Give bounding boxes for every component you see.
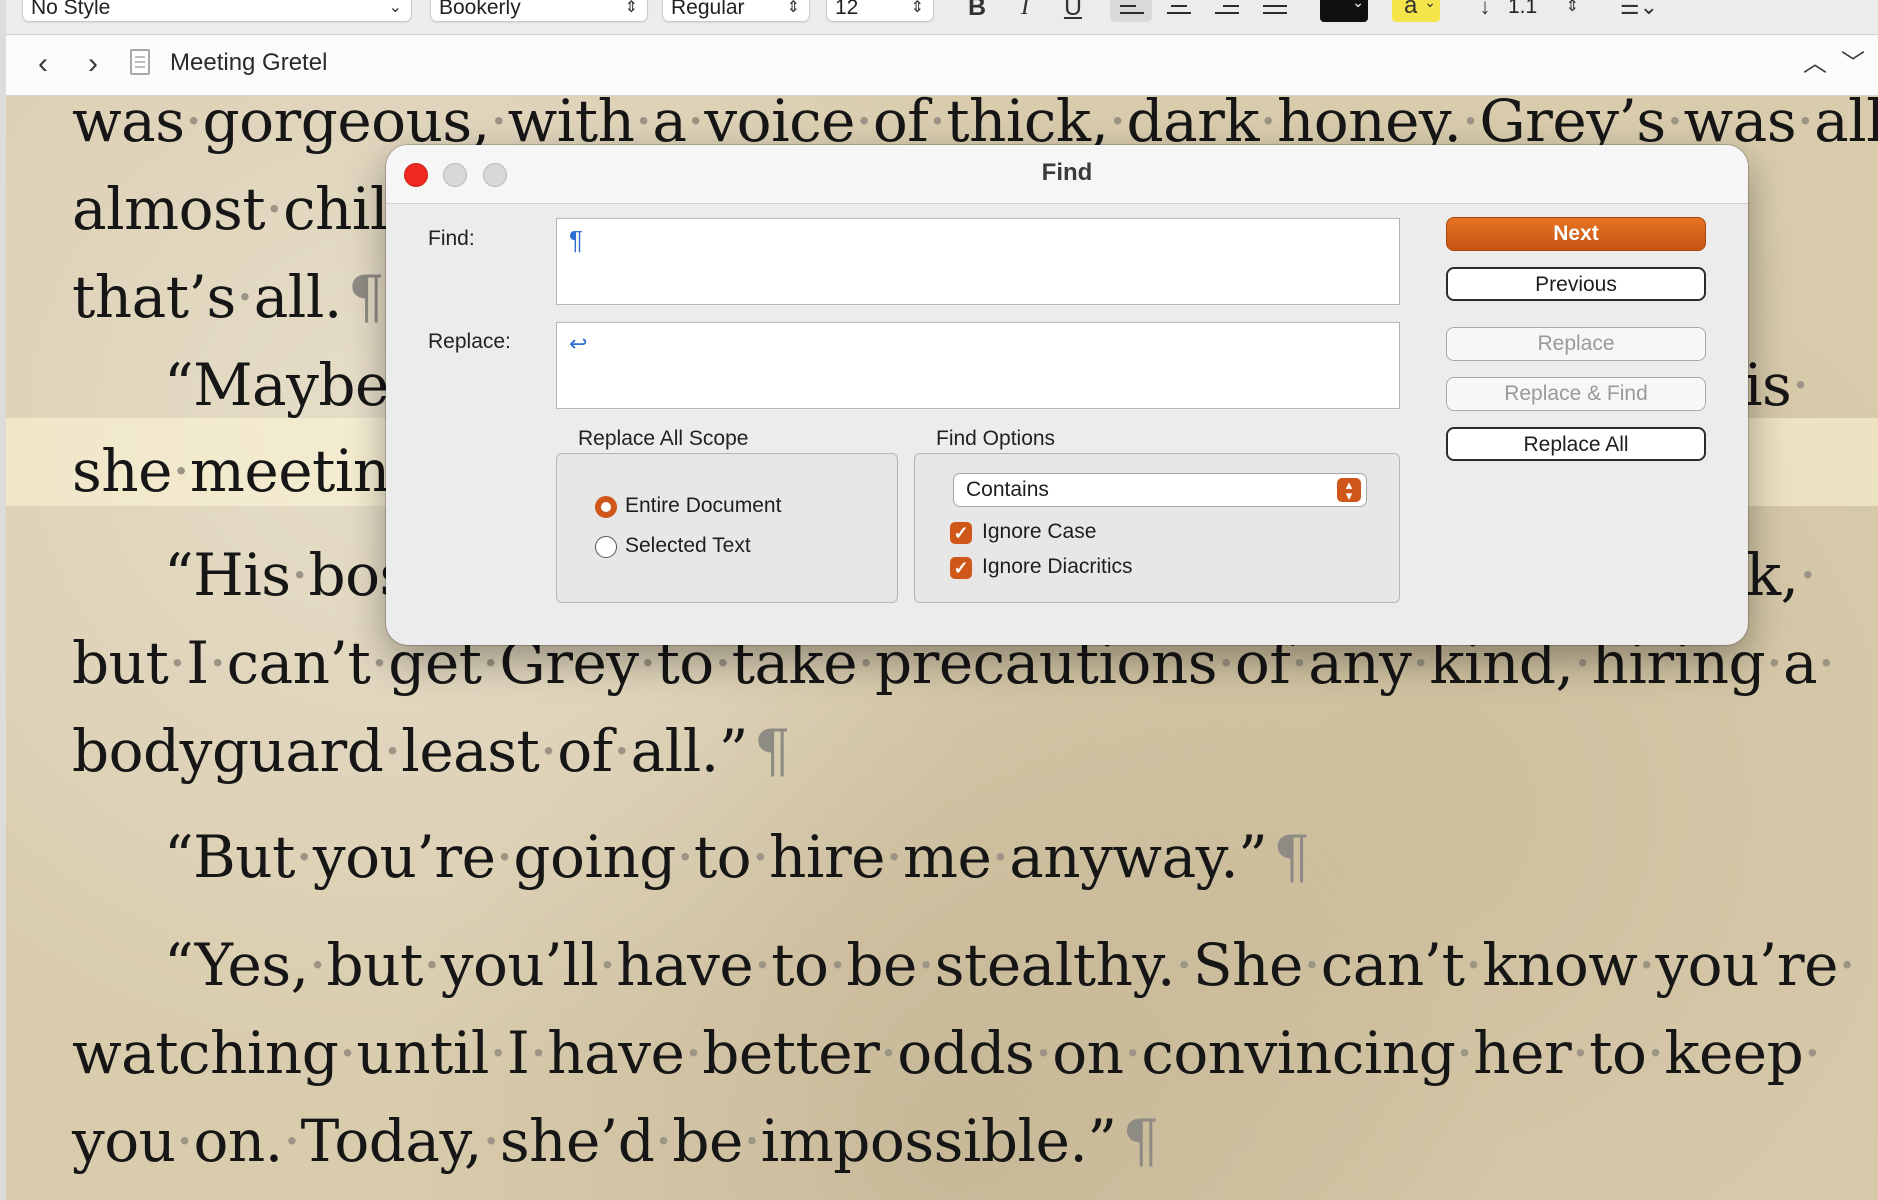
chevron-down-icon[interactable]: ﹀ (1838, 47, 1868, 81)
highlight-color-well[interactable]: a ⌄ (1392, 0, 1440, 22)
text-line: almost·chil (72, 175, 389, 243)
text-line: you·on.·Today,·she’d·be·impossible.” ¶ (72, 1106, 1159, 1176)
line-spacing-popup[interactable]: 1.1 ⇕ (1500, 0, 1588, 22)
up-down-icon: ⇕ (786, 0, 800, 16)
entire-document-radio[interactable] (595, 496, 617, 518)
line-spacing-icon: ↓ (1479, 0, 1491, 19)
replace-button[interactable]: Replace (1446, 327, 1706, 361)
chevron-down-icon: ⌄ (1424, 0, 1436, 10)
chevron-down-icon: ⌄ (388, 0, 402, 16)
align-right-button[interactable] (1206, 0, 1248, 22)
up-down-icon: ⇕ (910, 0, 924, 16)
text-line-content: you·on.·Today,·she’d·be·impossible.” (72, 1107, 1117, 1175)
chevron-down-icon: ⌄ (1352, 0, 1364, 10)
highlight-letter: a (1404, 0, 1418, 19)
match-mode-select[interactable]: Contains ▴ ▾ (953, 473, 1367, 507)
replace-and-find-button[interactable]: Replace & Find (1446, 377, 1706, 411)
dialog-titlebar: Find (386, 145, 1748, 204)
up-down-icon: ⇕ (624, 0, 638, 16)
typeface-value: Regular (671, 0, 745, 19)
ignore-diacritics-checkbox[interactable]: ✓ (950, 557, 972, 579)
find-label: Find: (428, 227, 475, 250)
line-spacing-value: 1.1 (1508, 0, 1538, 18)
text-line: is· (1744, 351, 1810, 419)
font-family-value: Bookerly (439, 0, 521, 19)
justify-button[interactable] (1254, 0, 1296, 22)
find-dialog: Find Find: ¶ Replace: ↩ Next Previous Re… (386, 145, 1748, 645)
text-line: watching·until·I·have·better·odds·on·con… (72, 1019, 1822, 1087)
list-bullets-icon[interactable]: ☰⌄ (1612, 0, 1666, 22)
selected-text-label: Selected Text (625, 534, 751, 557)
up-down-icon: ⇕ (1565, 0, 1579, 15)
text-line: k,· (1746, 541, 1817, 609)
font-size-popup[interactable]: 12 ⇕ (826, 0, 934, 22)
font-family-popup[interactable]: Bookerly ⇕ (430, 0, 648, 22)
return-arrow-glyph: ↩ (569, 331, 588, 356)
chevron-up-icon[interactable]: ︿ (1800, 47, 1830, 81)
selected-text-radio[interactable] (595, 536, 617, 558)
previous-button[interactable]: Previous (1446, 267, 1706, 301)
document-title: Meeting Gretel (170, 49, 328, 76)
text-line: “But·you’re·going·to·hire·me·anyway.” ¶ (164, 822, 1310, 892)
find-options-label: Find Options (936, 427, 1056, 450)
underline-button[interactable]: U (1058, 0, 1088, 22)
replace-label: Replace: (428, 330, 511, 353)
text-line-content: that’s·all. (72, 263, 342, 331)
align-left-button[interactable] (1110, 0, 1152, 22)
text-line: “Yes,·but·you’ll·have·to·be·stealthy.·Sh… (164, 931, 1856, 999)
text-line-content: bodyguard·least·of·all.” (72, 717, 748, 785)
document-icon (130, 49, 150, 75)
document-header-bar: ‹ › Meeting Gretel ︿ ﹀ (0, 35, 1878, 96)
dialog-title: Find (1041, 159, 1093, 186)
text-line: “Maybe (164, 351, 389, 419)
next-button[interactable]: Next (1446, 217, 1706, 251)
pilcrow-mark: ¶ (1273, 823, 1310, 891)
match-mode-value: Contains (966, 478, 1049, 501)
chevron-right-icon[interactable]: › (78, 47, 108, 81)
chevron-left-icon[interactable]: ‹ (28, 47, 58, 81)
pilcrow-mark: ¶ (753, 717, 791, 785)
paragraph-style-value: No Style (31, 0, 111, 19)
text-line: she·meetin (72, 437, 390, 505)
find-field[interactable]: ¶ (556, 218, 1400, 305)
ignore-case-checkbox[interactable]: ✓ (950, 522, 972, 544)
format-toolbar: No Style ⌄ Bookerly ⇕ Regular ⇕ 12 ⇕ B I… (0, 0, 1878, 35)
font-size-value: 12 (835, 0, 859, 19)
text-line: “His·bos (164, 541, 409, 609)
pilcrow-mark: ¶ (1122, 1107, 1160, 1175)
italic-button[interactable]: I (1010, 0, 1040, 22)
ignore-case-label: Ignore Case (982, 520, 1097, 543)
window-left-edge (0, 0, 6, 1200)
replace-all-scope-box: Entire Document Selected Text (556, 453, 898, 603)
ignore-diacritics-label: Ignore Diacritics (982, 555, 1133, 578)
paragraph-style-popup[interactable]: No Style ⌄ (22, 0, 412, 22)
typeface-popup[interactable]: Regular ⇕ (662, 0, 810, 22)
text-line: that’s·all. ¶ (72, 262, 385, 332)
up-down-icon: ▴ ▾ (1337, 478, 1361, 502)
text-color-well[interactable]: ⌄ (1320, 0, 1368, 22)
replace-field[interactable]: ↩ (556, 322, 1400, 409)
text-line: bodyguard·least·of·all.” ¶ (72, 716, 791, 786)
bold-button[interactable]: B (962, 0, 992, 22)
align-center-button[interactable] (1158, 0, 1200, 22)
replace-all-scope-label: Replace All Scope (578, 427, 749, 450)
paragraph-mark-glyph: ¶ (569, 225, 583, 255)
entire-document-label: Entire Document (625, 494, 782, 517)
replace-all-button[interactable]: Replace All (1446, 427, 1706, 461)
text-line-content: “But·you’re·going·to·hire·me·anyway.” (164, 823, 1268, 891)
pilcrow-mark: ¶ (347, 263, 385, 331)
